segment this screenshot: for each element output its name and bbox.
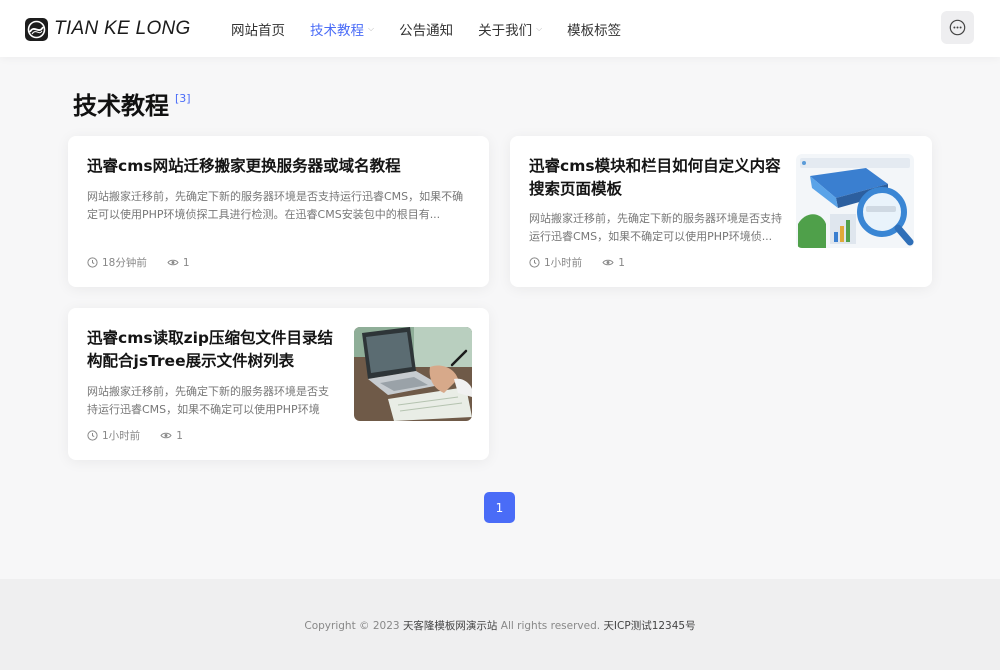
nav-item-home[interactable]: 网站首页 bbox=[231, 19, 285, 39]
eye-icon bbox=[167, 259, 179, 266]
nav-item-label: 网站首页 bbox=[231, 22, 285, 39]
laptop-desk-image bbox=[354, 327, 472, 421]
article-views-text: 1 bbox=[182, 256, 190, 269]
site-footer: Copyright © 2023 天客隆模板网演示站 All rights re… bbox=[0, 579, 1000, 670]
article-card[interactable]: 迅睿cms模块和栏目如何自定义内容搜索页面模板 网站搬家迁移前，先确定下新的服务… bbox=[510, 136, 932, 287]
article-excerpt: 网站搬家迁移前，先确定下新的服务器环境是否支持运行迅睿CMS，如果不确定可以使用… bbox=[529, 212, 782, 243]
site-header: TIAN KE LONG 网站首页 技术教程 ⌵ 公告通知 关于我们 ⌵ 模板标… bbox=[0, 0, 1000, 57]
nav-item-label: 模板标签 bbox=[567, 22, 622, 39]
footer-site-link[interactable]: 天客隆模板网演示站 bbox=[403, 620, 498, 632]
article-views-text: 1 bbox=[176, 429, 183, 442]
nav-item-label: 公告通知 bbox=[399, 22, 454, 39]
rights-text: All rights reserved. bbox=[500, 620, 601, 632]
logo-mark-icon bbox=[25, 17, 48, 41]
main-nav: 网站首页 技术教程 ⌵ 公告通知 关于我们 ⌵ 模板标签 bbox=[231, 0, 646, 57]
clock-icon bbox=[529, 257, 540, 268]
article-thumbnail[interactable] bbox=[796, 154, 914, 248]
article-card[interactable]: 迅睿cms读取zip压缩包文件目录结构配合jsTree展示文件树列表 网站搬家迁… bbox=[68, 308, 489, 460]
search-magnifier-image bbox=[796, 154, 914, 248]
article-title[interactable]: 迅睿cms读取zip压缩包文件目录结构配合jsTree展示文件树列表 bbox=[87, 327, 339, 373]
nav-item-notices[interactable]: 公告通知 bbox=[399, 19, 453, 39]
article-meta: 1小时前 1 bbox=[529, 255, 645, 270]
footer-copyright: Copyright © 2023 天客隆模板网演示站 All rights re… bbox=[0, 618, 1000, 633]
nav-item-label: 关于我们 bbox=[478, 22, 533, 39]
article-card[interactable]: 迅睿cms网站迁移搬家更换服务器或域名教程 网站搬家迁移前，先确定下新的服务器环… bbox=[68, 136, 489, 287]
clock-icon bbox=[87, 430, 98, 441]
eye-icon bbox=[160, 432, 172, 439]
article-time-text: 18分钟前 bbox=[102, 257, 147, 269]
article-time: 1小时前 bbox=[87, 428, 140, 443]
article-count-badge: [3] bbox=[175, 92, 191, 105]
article-excerpt: 网站搬家迁移前，先确定下新的服务器环境是否支持运行迅睿CMS，如果不确定可以使用… bbox=[87, 385, 329, 416]
article-time-text: 1小时前 bbox=[102, 430, 141, 442]
article-time-text: 1小时前 bbox=[544, 257, 583, 269]
nav-item-label: 技术教程 bbox=[310, 22, 364, 39]
article-excerpt: 网站搬家迁移前，先确定下新的服务器环境是否支持运行迅睿CMS，如果不确定可以使用… bbox=[87, 190, 464, 221]
article-meta: 18分钟前 1 bbox=[87, 255, 210, 270]
clock-icon bbox=[87, 257, 98, 268]
article-title[interactable]: 迅睿cms模块和栏目如何自定义内容搜索页面模板 bbox=[529, 155, 784, 201]
copyright-text: Copyright © 2023 bbox=[304, 620, 400, 632]
article-time: 18分钟前 bbox=[87, 255, 147, 270]
nav-item-about[interactable]: 关于我们 ⌵ bbox=[478, 19, 542, 39]
article-thumbnail[interactable] bbox=[354, 327, 472, 421]
article-views: 1 bbox=[167, 257, 190, 269]
page-title: 技术教程 [3] bbox=[73, 86, 191, 121]
eye-icon bbox=[602, 259, 614, 266]
nav-item-tutorials[interactable]: 技术教程 ⌵ bbox=[310, 19, 374, 39]
page-title-text: 技术教程 bbox=[73, 92, 169, 120]
menu-button[interactable] bbox=[941, 11, 974, 44]
chevron-down-icon: ⌵ bbox=[368, 23, 375, 33]
site-logo[interactable]: TIAN KE LONG bbox=[25, 16, 191, 42]
footer-icp-link[interactable]: 天ICP测试12345号 bbox=[603, 620, 695, 632]
article-views: 1 bbox=[160, 430, 183, 442]
article-meta: 1小时前 1 bbox=[87, 428, 203, 443]
nav-item-tags[interactable]: 模板标签 bbox=[567, 19, 621, 39]
logo-text: TIAN KE LONG bbox=[54, 18, 191, 39]
chevron-down-icon: ⌵ bbox=[536, 23, 543, 33]
article-time: 1小时前 bbox=[529, 255, 582, 270]
more-horizontal-icon bbox=[949, 19, 966, 36]
article-views: 1 bbox=[602, 257, 625, 269]
article-title[interactable]: 迅睿cms网站迁移搬家更换服务器或域名教程 bbox=[87, 155, 472, 178]
pagination-page-1[interactable]: 1 bbox=[484, 492, 515, 523]
article-views-text: 1 bbox=[618, 256, 625, 269]
